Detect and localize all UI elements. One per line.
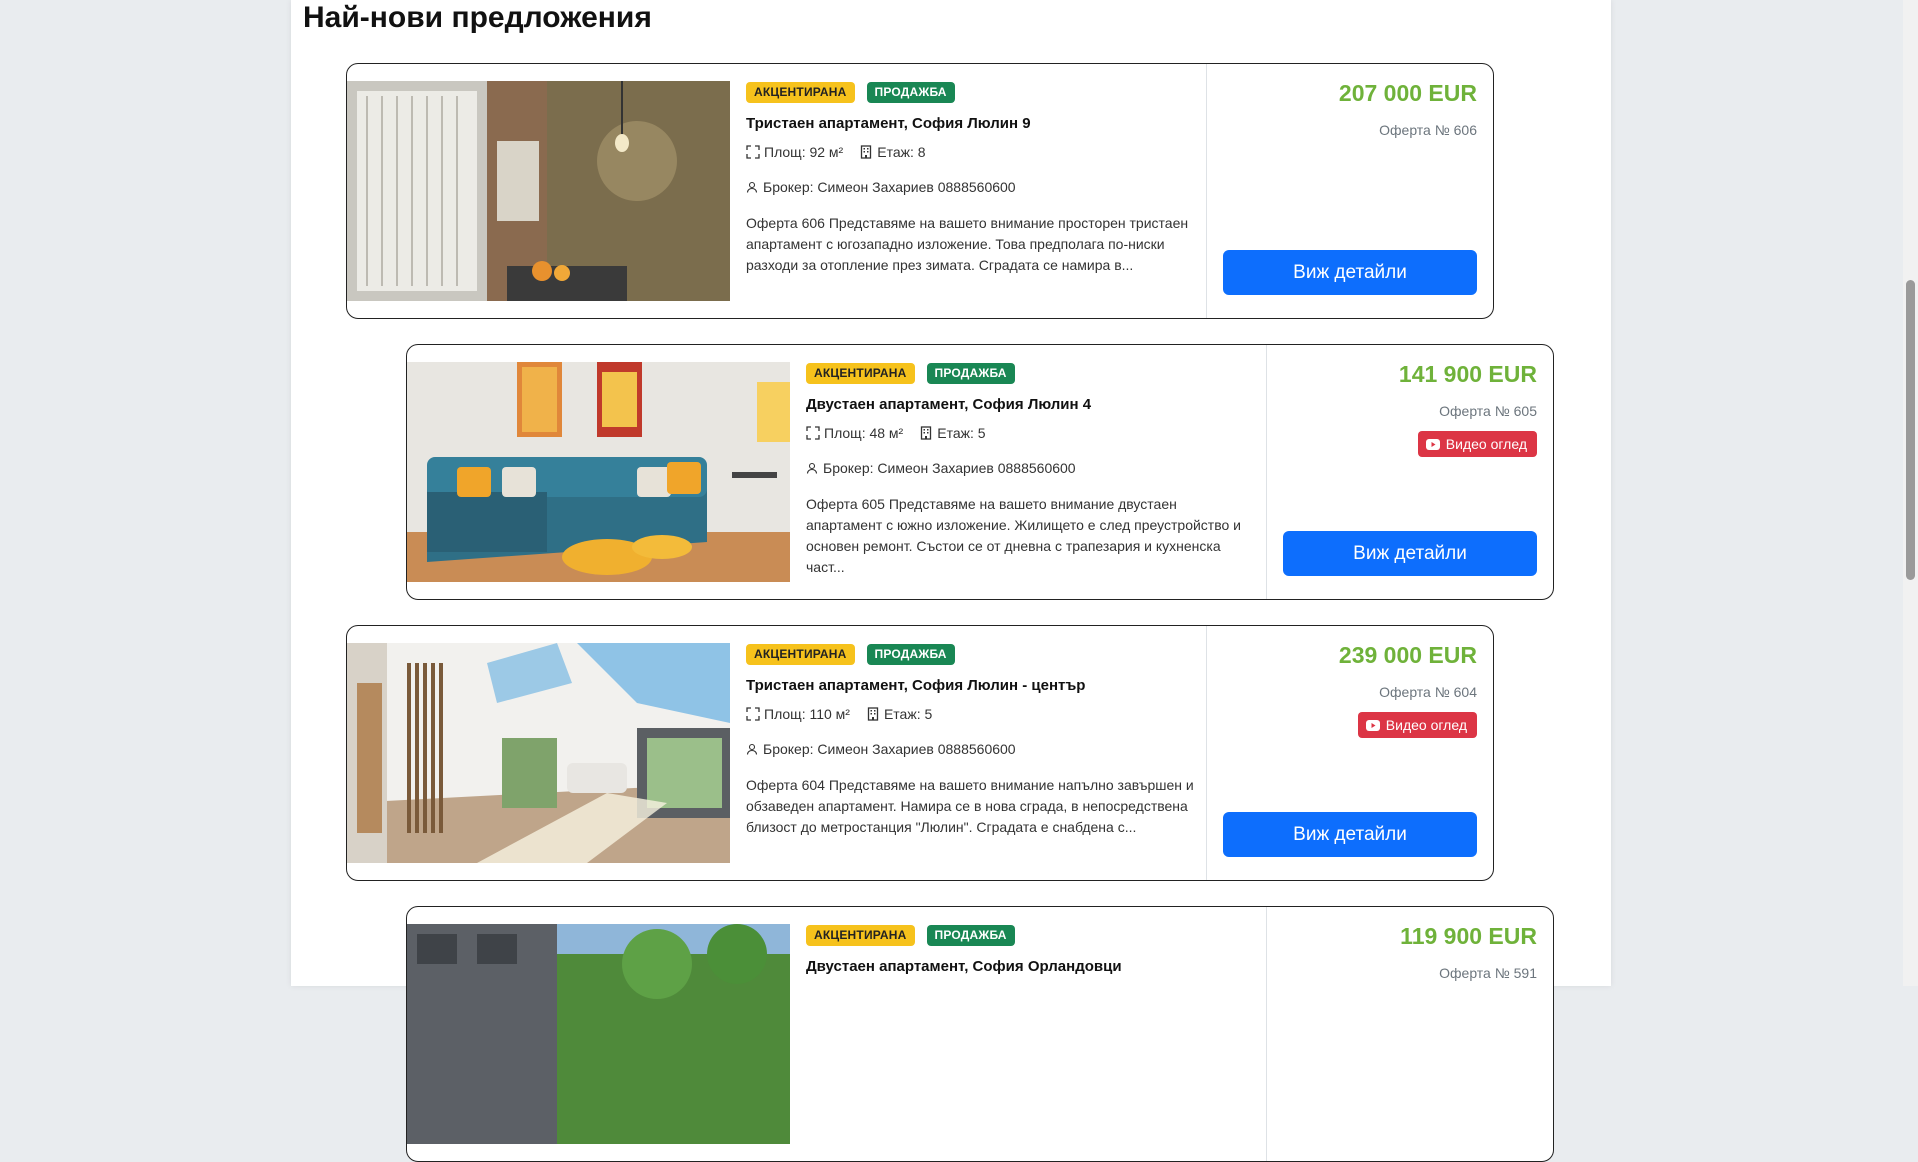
listing-title[interactable]: Тристаен апартамент, София Люлин 9 — [746, 115, 1196, 132]
broker-line: Брокер: Симеон Захариев 0888560600 — [746, 179, 1196, 195]
listing-photo[interactable] — [347, 81, 730, 301]
listing-title[interactable]: Тристаен апартамент, София Люлин - центъ… — [746, 677, 1196, 694]
listing-card[interactable]: АКЦЕНТИРАНА ПРОДАЖБА Двустаен апартамент… — [406, 906, 1554, 1162]
video-tour-label: Видео оглед — [1445, 436, 1527, 452]
area-label: Площ: 48 м² — [824, 425, 904, 441]
offer-number: Оферта № 591 — [1439, 965, 1537, 981]
sale-badge: ПРОДАЖБА — [866, 644, 955, 665]
view-details-button[interactable]: Виж детайли — [1283, 531, 1537, 576]
building-icon — [867, 707, 879, 721]
listing-price: 239 000 EUR — [1338, 642, 1477, 668]
scrollbar-thumb[interactable] — [1906, 280, 1915, 580]
broker-line: Брокер: Симеон Захариев 0888560600 — [806, 460, 1256, 476]
featured-badge: АКЦЕНТИРАНА — [746, 644, 855, 665]
expand-icon — [746, 707, 760, 721]
broker-label: Брокер: Симеон Захариев 0888560600 — [823, 460, 1076, 476]
area-label: Площ: 92 м² — [764, 144, 844, 160]
featured-badge: АКЦЕНТИРАНА — [806, 925, 915, 946]
sale-badge: ПРОДАЖБА — [926, 363, 1015, 384]
listing-price: 119 900 EUR — [1400, 923, 1537, 949]
area-spec: Площ: 48 м² — [806, 425, 903, 441]
listing-photo[interactable] — [347, 643, 730, 863]
listing-card[interactable]: АКЦЕНТИРАНА ПРОДАЖБА Тристаен апартамент… — [346, 63, 1494, 319]
listing-info: АКЦЕНТИРАНА ПРОДАЖБА Двустаен апартамент… — [806, 925, 1256, 975]
building-icon — [861, 145, 872, 159]
listing-card[interactable]: АКЦЕНТИРАНА ПРОДАЖБА Тристаен апартамент… — [346, 625, 1494, 881]
floor-label: Етаж: 5 — [937, 425, 986, 441]
sale-badge: ПРОДАЖБА — [866, 82, 955, 103]
expand-icon — [806, 426, 820, 440]
broker-line: Брокер: Симеон Захариев 0888560600 — [746, 741, 1196, 757]
listing-title[interactable]: Двустаен апартамент, София Орландовци — [806, 958, 1256, 975]
featured-badge: АКЦЕНТИРАНА — [746, 82, 855, 103]
listing-description: Оферта 606 Представяме на вашето внимани… — [746, 215, 1189, 273]
offer-number: Оферта № 605 — [1439, 403, 1537, 419]
area-spec: Площ: 92 м² — [746, 144, 843, 160]
person-icon — [746, 743, 758, 755]
youtube-icon — [1365, 719, 1380, 731]
expand-icon — [746, 145, 760, 159]
floor-spec: Етаж: 8 — [859, 144, 926, 160]
listing-info: АКЦЕНТИРАНА ПРОДАЖБА Двустаен апартамент… — [806, 363, 1256, 578]
sale-badge: ПРОДАЖБА — [926, 925, 1015, 946]
youtube-icon — [1425, 438, 1440, 450]
listing-price: 207 000 EUR — [1338, 80, 1477, 106]
floor-spec: Етаж: 5 — [919, 425, 986, 441]
listing-description: Оферта 604 Представяме на вашето внимани… — [746, 777, 1194, 835]
video-tour-button[interactable]: Видео оглед — [1357, 712, 1477, 738]
video-tour-label: Видео оглед — [1385, 717, 1467, 733]
offer-number: Оферта № 604 — [1379, 684, 1477, 700]
offer-number: Оферта № 606 — [1379, 122, 1477, 138]
area-spec: Площ: 110 м² — [746, 706, 850, 722]
listing-description: Оферта 605 Представяме на вашето внимани… — [806, 496, 1241, 575]
featured-badge: АКЦЕНТИРАНА — [806, 363, 915, 384]
floor-spec: Етаж: 5 — [866, 706, 932, 722]
video-tour-button[interactable]: Видео оглед — [1417, 431, 1537, 457]
card-divider — [1266, 345, 1267, 599]
broker-label: Брокер: Симеон Захариев 0888560600 — [763, 741, 1016, 757]
listing-card[interactable]: АКЦЕНТИРАНА ПРОДАЖБА Двустаен апартамент… — [406, 344, 1554, 600]
view-details-button[interactable]: Виж детайли — [1223, 250, 1477, 295]
view-details-button[interactable]: Виж детайли — [1223, 812, 1477, 857]
floor-label: Етаж: 5 — [883, 706, 933, 722]
person-icon — [806, 462, 818, 474]
listing-photo[interactable] — [407, 924, 790, 1144]
card-divider — [1206, 64, 1207, 318]
person-icon — [746, 181, 758, 193]
card-divider — [1266, 907, 1267, 1161]
area-label: Площ: 110 м² — [764, 706, 850, 722]
listing-price: 141 900 EUR — [1398, 361, 1537, 387]
floor-label: Етаж: 8 — [877, 144, 926, 160]
broker-label: Брокер: Симеон Захариев 0888560600 — [763, 179, 1016, 195]
listing-photo[interactable] — [407, 362, 790, 582]
page-container: Най-нови предложения АКЦЕНТИРАНА ПРОДАЖБ… — [291, 0, 1611, 1162]
listing-info: АКЦЕНТИРАНА ПРОДАЖБА Тристаен апартамент… — [746, 82, 1196, 276]
card-divider — [1206, 626, 1207, 880]
section-title: Най-нови предложения — [303, 1, 652, 34]
listing-info: АКЦЕНТИРАНА ПРОДАЖБА Тристаен апартамент… — [746, 644, 1196, 838]
building-icon — [921, 426, 932, 440]
listing-title[interactable]: Двустаен апартамент, София Люлин 4 — [806, 396, 1256, 413]
